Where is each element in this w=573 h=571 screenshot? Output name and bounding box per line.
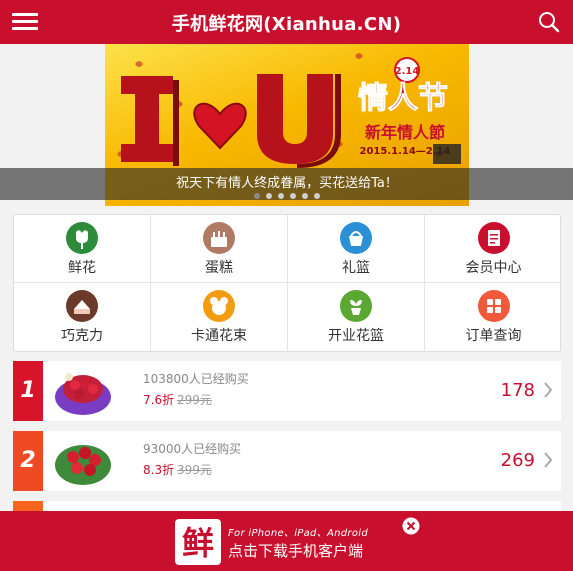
ranking-item[interactable] bbox=[13, 501, 561, 511]
carousel-dot[interactable] bbox=[301, 193, 308, 199]
basket-icon bbox=[340, 222, 372, 254]
carousel-dot[interactable] bbox=[253, 193, 260, 199]
chevron-right-icon bbox=[544, 452, 553, 468]
promo-banner[interactable]: 2.14 情人节 新年情人節 2015.1.14—2.14 祝天下有情人终成眷属… bbox=[105, 44, 469, 206]
flower-icon bbox=[66, 222, 98, 254]
category-opening-baskets[interactable]: 开业花篮 bbox=[288, 283, 425, 351]
category-order-query[interactable]: 订单查询 bbox=[425, 283, 562, 351]
carousel-dot[interactable] bbox=[277, 193, 284, 199]
carousel-dot[interactable] bbox=[289, 193, 296, 199]
category-grid: 鲜花 蛋糕 礼篮 会员中心 巧克力 卡通花束 开业花篮 订单查询 bbox=[13, 214, 562, 352]
discount: 7.6折 bbox=[143, 393, 175, 407]
banner-headline: 新年情人節 bbox=[365, 123, 445, 142]
category-label: 会员中心 bbox=[465, 260, 522, 276]
chevron-right-icon bbox=[544, 382, 553, 398]
price: 269 bbox=[500, 450, 535, 471]
download-subtitle: For iPhone、iPad、Android bbox=[228, 528, 368, 539]
ranking-item[interactable]: 2 93000人已经购买 8.3折 399元 269 bbox=[13, 431, 561, 491]
original-price: 399元 bbox=[177, 463, 212, 477]
rank-badge: 2 bbox=[13, 431, 43, 491]
download-label[interactable]: 点击下载手机客户端 bbox=[228, 540, 363, 561]
rank-badge bbox=[13, 501, 43, 511]
category-label: 开业花篮 bbox=[328, 328, 384, 344]
ranking-item[interactable]: 1 103800人已经购买 7.6折 299元 178 bbox=[13, 361, 561, 421]
carousel-dot[interactable] bbox=[265, 193, 272, 199]
badge-date: 2.14 bbox=[395, 66, 420, 77]
category-baskets[interactable]: 礼篮 bbox=[288, 215, 425, 283]
order-grid-icon bbox=[477, 290, 510, 322]
category-cartoon-bouquets[interactable]: 卡通花束 bbox=[151, 283, 288, 351]
member-icon bbox=[477, 222, 510, 254]
search-icon[interactable] bbox=[537, 10, 561, 34]
original-price: 299元 bbox=[177, 393, 212, 407]
discount: 8.3折 bbox=[143, 463, 175, 477]
chocolate-icon bbox=[66, 290, 98, 322]
plant-icon bbox=[340, 290, 372, 322]
app-logo: 鲜 bbox=[175, 519, 221, 565]
rank-badge: 1 bbox=[13, 361, 43, 421]
app-header: 手机鲜花网(Xianhua.CN) bbox=[0, 0, 573, 44]
category-label: 巧克力 bbox=[61, 328, 103, 344]
category-label: 鲜花 bbox=[68, 260, 96, 276]
category-chocolate[interactable]: 巧克力 bbox=[14, 283, 151, 351]
sold-count: 103800人已经购买 bbox=[143, 372, 249, 386]
cartoon-icon bbox=[203, 290, 235, 322]
category-member-center[interactable]: 会员中心 bbox=[425, 215, 562, 283]
cake-icon bbox=[203, 222, 235, 254]
product-thumbnail bbox=[55, 445, 111, 485]
category-label: 礼篮 bbox=[342, 260, 370, 276]
price: 178 bbox=[500, 380, 535, 401]
heart-icon bbox=[193, 102, 247, 150]
category-label: 订单查询 bbox=[465, 328, 522, 344]
sold-count: 93000人已经购买 bbox=[143, 442, 242, 456]
badge-text: 情人节 bbox=[358, 81, 448, 116]
page-title: 手机鲜花网(Xianhua.CN) bbox=[171, 14, 402, 35]
category-cakes[interactable]: 蛋糕 bbox=[151, 215, 288, 283]
carousel-dot[interactable] bbox=[313, 193, 320, 199]
close-icon[interactable] bbox=[402, 517, 420, 535]
category-label: 蛋糕 bbox=[205, 260, 233, 276]
product-thumbnail bbox=[55, 373, 111, 415]
carousel-dots bbox=[0, 193, 573, 199]
app-logo-char: 鲜 bbox=[182, 524, 214, 562]
category-label: 卡通花束 bbox=[191, 328, 247, 344]
category-flowers[interactable]: 鲜花 bbox=[14, 215, 151, 283]
